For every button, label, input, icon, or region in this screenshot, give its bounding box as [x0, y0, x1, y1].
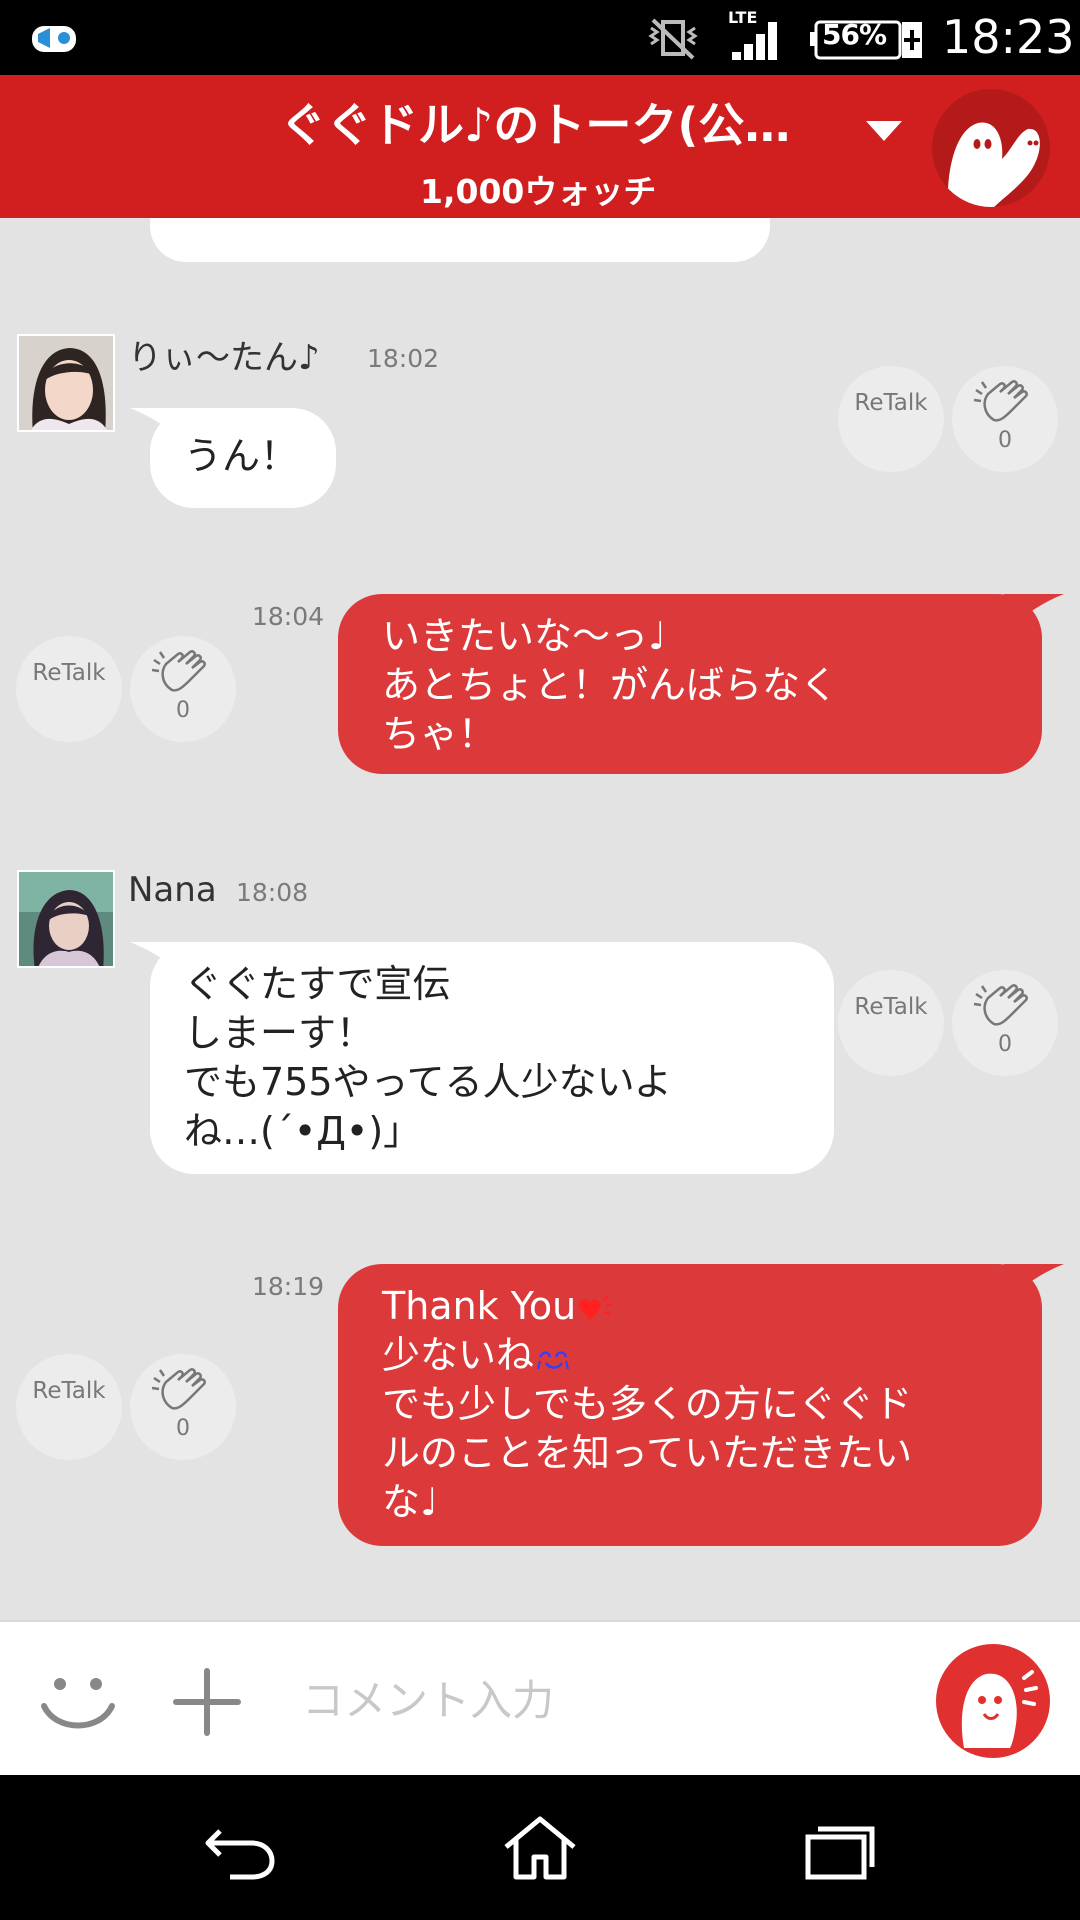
heart-emoji-icon [579, 1294, 613, 1320]
profile-photo [19, 336, 113, 430]
mascot-avatar-button[interactable] [932, 89, 1050, 207]
clap-button[interactable]: 0 [952, 970, 1058, 1076]
bubble-tail [1004, 1264, 1064, 1304]
plus-icon[interactable] [172, 1667, 242, 1737]
crying-emoji-icon [537, 1350, 569, 1369]
avatar-rii-tan[interactable] [17, 334, 115, 432]
sender-name: りぃ～たん♪ [128, 338, 320, 378]
bubble-tail [130, 408, 190, 448]
vibrate-off-icon [648, 18, 698, 60]
chat-title[interactable]: ぐぐドル♪のトーク(公… [280, 89, 790, 155]
clap-count: 0 [998, 1032, 1012, 1057]
retalk-button[interactable]: ReTalk [16, 1354, 122, 1460]
profile-photo [19, 872, 113, 966]
message-line: ね…(´•Д•)」 [184, 1109, 422, 1153]
message-time: 18:08 [236, 878, 309, 907]
retalk-label: ReTalk [32, 1378, 106, 1404]
retalk-label: ReTalk [854, 994, 928, 1020]
message-bubble[interactable]: いきたいな～っ♩ あとちょと！がんばらなく ちゃ！ [338, 594, 1064, 774]
message-line: でも755やってる人少ないよ [184, 1060, 672, 1104]
status-bar: LTE 56% 18:23 [0, 0, 1080, 75]
clap-count: 0 [176, 1416, 190, 1441]
back-icon[interactable] [200, 1815, 280, 1885]
clap-count: 0 [176, 698, 190, 723]
retalk-button[interactable]: ReTalk [16, 636, 122, 742]
message-line: ルのことを知っていただきたい [382, 1431, 913, 1475]
clap-button[interactable]: 0 [130, 636, 236, 742]
message-line: いきたいな～っ♩ [382, 614, 666, 658]
mascot-shout-icon [961, 1670, 1038, 1748]
clock: 18:23 [942, 10, 1075, 64]
dropdown-arrow-icon[interactable] [862, 117, 906, 145]
emoji-smile-icon[interactable] [38, 1666, 118, 1736]
message-line: ちゃ！ [382, 712, 497, 756]
message-line: ぐぐたすで宣伝 [184, 962, 451, 1006]
message-bubble[interactable]: うん！ [130, 408, 336, 508]
watch-count: 1,000ウォッチ [420, 172, 657, 211]
clapping-hands-icon [151, 1368, 206, 1410]
message-line: でも少しでも多くの方にぐぐド [382, 1382, 913, 1426]
message-time: 18:19 [252, 1272, 325, 1301]
clap-count: 0 [998, 428, 1012, 453]
clapping-hands-icon [973, 984, 1028, 1026]
previous-message-bubble [150, 218, 770, 262]
clapping-hands-icon [973, 380, 1028, 422]
message-text: Thank You [382, 1284, 577, 1328]
retalk-button[interactable]: ReTalk [838, 970, 944, 1076]
battery-level: 56% [822, 18, 887, 51]
bubble-tail [130, 942, 190, 982]
clap-button[interactable]: 0 [130, 1354, 236, 1460]
message-line: な♩ [382, 1480, 438, 1524]
message-bubble[interactable]: ぐぐたすで宣伝 しまーす！ でも755やってる人少ないよ ね…(´•Д•)」 [130, 942, 834, 1174]
message-line: しまーす！ [184, 1011, 375, 1055]
mascot-icon [947, 122, 1040, 207]
system-nav-bar [0, 1775, 1080, 1920]
bubble-tail [1004, 594, 1064, 634]
send-button[interactable] [936, 1644, 1050, 1758]
sender-name: Nana [128, 870, 217, 910]
message-line: あとちょと！がんばらなく [382, 663, 839, 707]
retalk-button[interactable]: ReTalk [838, 366, 944, 472]
message-line: Thank You [382, 1282, 1042, 1331]
comment-input[interactable] [300, 1662, 904, 1738]
recent-apps-icon[interactable] [800, 1815, 880, 1885]
message-text: 少ないね [382, 1333, 535, 1377]
chat-header: ぐぐドル♪のトーク(公… 1,000ウォッチ [0, 75, 1080, 218]
message-line: 少ないね [382, 1331, 1042, 1380]
message-line: うん！ [184, 434, 299, 478]
home-icon[interactable] [500, 1813, 580, 1883]
message-time: 18:04 [252, 602, 325, 631]
message-bubble[interactable]: Thank You 少ないね でも少しでも多くの方にぐぐド ルのことを知っていた… [338, 1264, 1064, 1546]
signal-icon [732, 22, 777, 60]
notification-megaphone-icon [32, 26, 76, 52]
comment-bar [0, 1620, 1080, 1775]
clapping-hands-icon [151, 650, 206, 692]
chat-list[interactable]: りぃ～たん♪ 18:02 うん！ ReTalk 0 18:04 いきたいな～っ♩… [0, 218, 1080, 1620]
retalk-label: ReTalk [854, 390, 928, 416]
message-time: 18:02 [367, 344, 440, 373]
avatar-nana[interactable] [17, 870, 115, 968]
clap-button[interactable]: 0 [952, 366, 1058, 472]
retalk-label: ReTalk [32, 660, 106, 686]
